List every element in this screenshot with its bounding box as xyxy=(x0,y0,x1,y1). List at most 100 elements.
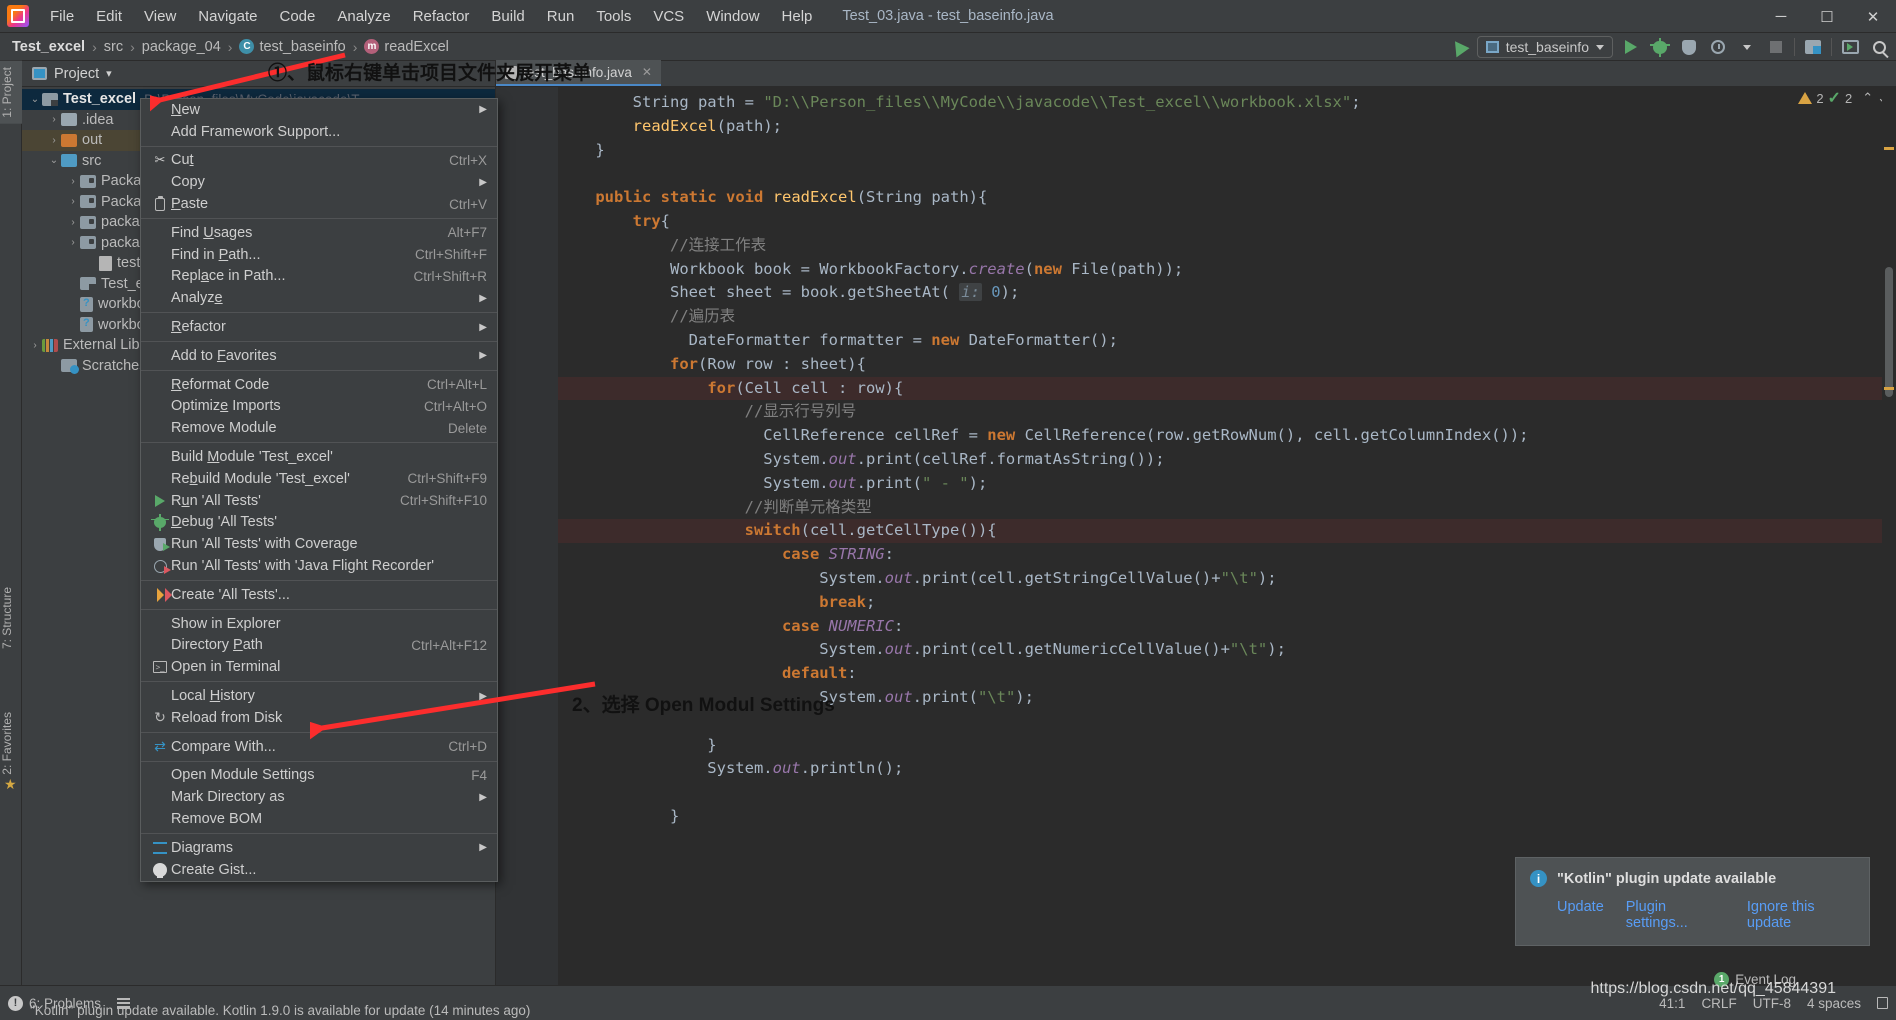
run-configuration-selector[interactable]: test_baseinfo xyxy=(1476,36,1613,58)
code-line[interactable]: //判断单元格类型 xyxy=(558,496,1882,520)
menu-item-open-in-terminal[interactable]: >_ Open in Terminal xyxy=(141,656,497,678)
code-line[interactable]: switch(cell.getCellType()){ xyxy=(558,519,1882,544)
editor-gutter[interactable] xyxy=(496,87,558,985)
code-line[interactable]: try{ xyxy=(558,210,1882,234)
run-icon[interactable] xyxy=(1620,36,1642,58)
profiler-dropdown-icon[interactable] xyxy=(1736,36,1758,58)
menu-code[interactable]: Code xyxy=(268,4,326,29)
menu-item-directory-path[interactable]: Directory Path Ctrl+Alt+F12 xyxy=(141,635,497,657)
menu-item-run-all-tests-with-java-flight-recorder[interactable]: Run 'All Tests' with 'Java Flight Record… xyxy=(141,555,497,577)
menu-item-create-gist[interactable]: Create Gist... xyxy=(141,859,497,881)
menu-item-optimize-imports[interactable]: Optimize Imports Ctrl+Alt+O xyxy=(141,396,497,418)
code-line[interactable]: System.out.print(" - "); xyxy=(558,472,1882,496)
menu-item-paste[interactable]: Paste Ctrl+V xyxy=(141,193,497,215)
code-line[interactable]: CellReference cellRef = new CellReferenc… xyxy=(558,424,1882,448)
menu-file[interactable]: File xyxy=(39,4,85,29)
menu-item-reformat-code[interactable]: Reformat Code Ctrl+Alt+L xyxy=(141,374,497,396)
menu-item-diagrams[interactable]: Diagrams ▶ xyxy=(141,837,497,859)
project-structure-icon[interactable] xyxy=(1802,36,1824,58)
menu-item-remove-module[interactable]: Remove Module Delete xyxy=(141,417,497,439)
menu-item-add-framework-support[interactable]: Add Framework Support... xyxy=(141,121,497,143)
search-icon[interactable] xyxy=(1868,36,1890,58)
chevron-toggle-icon[interactable]: › xyxy=(28,338,42,352)
code-line[interactable]: case STRING: xyxy=(558,543,1882,567)
maximize-button[interactable]: ☐ xyxy=(1804,0,1850,33)
scrollbar-thumb[interactable] xyxy=(1885,267,1893,397)
menu-item-rebuild-module-test-excel[interactable]: Rebuild Module 'Test_excel' Ctrl+Shift+F9 xyxy=(141,468,497,490)
sidebar-item-project[interactable]: 1: Project xyxy=(0,61,22,124)
menu-item-local-history[interactable]: Local History ▶ xyxy=(141,685,497,707)
menu-item-replace-in-path[interactable]: Replace in Path... Ctrl+Shift+R xyxy=(141,266,497,288)
warning-marker[interactable] xyxy=(1884,387,1894,390)
code-line[interactable]: } xyxy=(558,734,1882,758)
menu-item-debug-all-tests[interactable]: Debug 'All Tests' xyxy=(141,512,497,534)
menu-item-compare-with[interactable]: ⇄ Compare With... Ctrl+D xyxy=(141,736,497,758)
stop-icon[interactable] xyxy=(1765,36,1787,58)
code-line[interactable]: break; xyxy=(558,591,1882,615)
warning-marker[interactable] xyxy=(1884,147,1894,150)
breadcrumb-item-package_04[interactable]: package_04 xyxy=(138,37,225,57)
menu-analyze[interactable]: Analyze xyxy=(326,4,401,29)
chevron-toggle-icon[interactable]: ⌄ xyxy=(28,92,42,106)
close-button[interactable]: ✕ xyxy=(1850,0,1896,33)
menu-item-refactor[interactable]: Refactor ▶ xyxy=(141,316,497,338)
project-context-menu[interactable]: New ▶ Add Framework Support... ✂ Cut Ctrl+X Co… xyxy=(140,98,498,882)
menu-view[interactable]: View xyxy=(133,4,187,29)
menu-navigate[interactable]: Navigate xyxy=(187,4,268,29)
menu-help[interactable]: Help xyxy=(771,4,824,29)
debug-icon[interactable] xyxy=(1649,36,1671,58)
code-line[interactable]: System.out.println(); xyxy=(558,757,1882,781)
menu-refactor[interactable]: Refactor xyxy=(402,4,481,29)
close-icon[interactable]: ✕ xyxy=(642,65,652,79)
menu-item-show-in-explorer[interactable]: Show in Explorer xyxy=(141,613,497,635)
sidebar-item-structure[interactable]: 7: Structure xyxy=(0,581,22,655)
breadcrumb-item-src[interactable]: src xyxy=(100,37,127,57)
lock-icon[interactable] xyxy=(1877,997,1888,1009)
code-line[interactable]: default: xyxy=(558,662,1882,686)
code-line[interactable]: for(Cell cell : row){ xyxy=(558,376,1882,401)
code-line[interactable]: DateFormatter formatter = new DateFormat… xyxy=(558,329,1882,353)
code-line[interactable]: System.out.print(cell.getNumericCellValu… xyxy=(558,638,1882,662)
chevron-toggle-icon[interactable]: › xyxy=(66,236,80,250)
code-line[interactable]: } xyxy=(558,139,1882,163)
menu-item-new[interactable]: New ▶ xyxy=(141,99,497,121)
menu-tools[interactable]: Tools xyxy=(585,4,642,29)
code-line[interactable]: case NUMERIC: xyxy=(558,615,1882,639)
chevron-toggle-icon[interactable]: › xyxy=(66,215,80,229)
code-line[interactable] xyxy=(558,781,1882,805)
menu-item-find-in-path[interactable]: Find in Path... Ctrl+Shift+F xyxy=(141,244,497,266)
plugin-settings-link[interactable]: Plugin settings... xyxy=(1626,899,1725,931)
menu-item-reload-from-disk[interactable]: ↻ Reload from Disk xyxy=(141,707,497,729)
chevron-toggle-icon[interactable]: › xyxy=(47,113,61,127)
code-content[interactable]: String path = "D:\\Person_files\\MyCode\… xyxy=(558,87,1882,985)
build-icon[interactable] xyxy=(1448,36,1470,58)
chevron-toggle-icon[interactable]: › xyxy=(66,174,80,188)
coverage-icon[interactable] xyxy=(1678,36,1700,58)
code-line[interactable]: Sheet sheet = book.getSheetAt( i: 0); xyxy=(558,281,1882,305)
sidebar-item-favorites[interactable]: 2: Favorites xyxy=(0,706,22,781)
menu-item-analyze[interactable]: Analyze ▶ xyxy=(141,287,497,309)
code-line[interactable]: Workbook book = WorkbookFactory.create(n… xyxy=(558,258,1882,282)
menu-item-copy[interactable]: Copy ▶ xyxy=(141,171,497,193)
breadcrumb-item-test_excel[interactable]: Test_excel xyxy=(8,37,89,57)
chevron-toggle-icon[interactable]: ⌄ xyxy=(47,154,61,168)
breadcrumb-item-test_baseinfo[interactable]: Ctest_baseinfo xyxy=(235,37,349,57)
code-line[interactable]: readExcel(path); xyxy=(558,115,1882,139)
minimize-button[interactable]: ─ xyxy=(1758,0,1804,33)
update-link[interactable]: Update xyxy=(1557,899,1604,931)
code-line[interactable]: } xyxy=(558,805,1882,829)
menu-item-find-usages[interactable]: Find Usages Alt+F7 xyxy=(141,222,497,244)
chevron-toggle-icon[interactable]: › xyxy=(47,133,61,147)
editor-scrollbar[interactable] xyxy=(1882,87,1896,985)
code-line[interactable]: for(Row row : sheet){ xyxy=(558,353,1882,377)
menu-item-open-module-settings[interactable]: Open Module Settings F4 xyxy=(141,765,497,787)
breadcrumb-item-readexcel[interactable]: m readExcel xyxy=(360,37,452,57)
menu-vcs[interactable]: VCS xyxy=(642,4,695,29)
menu-edit[interactable]: Edit xyxy=(85,4,133,29)
menu-item-remove-bom[interactable]: Remove BOM xyxy=(141,808,497,830)
code-line[interactable]: System.out.print(cell.getStringCellValue… xyxy=(558,567,1882,591)
chevron-toggle-icon[interactable]: › xyxy=(66,195,80,209)
code-line[interactable]: //显示行号列号 xyxy=(558,400,1882,424)
code-line[interactable]: //遍历表 xyxy=(558,305,1882,329)
menu-run[interactable]: Run xyxy=(536,4,586,29)
